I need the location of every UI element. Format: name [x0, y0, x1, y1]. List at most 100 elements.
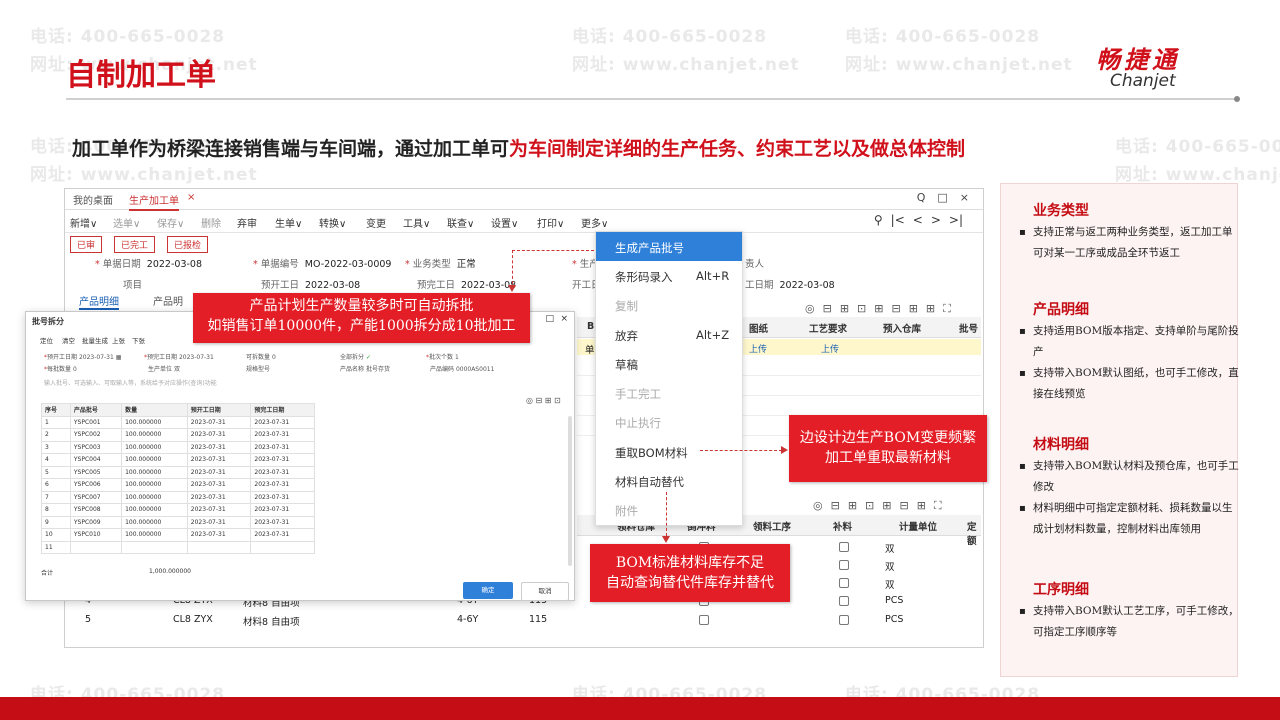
table-row[interactable]: 3 YSPC003 100.000000 2023-07-31 2023-07-31 — [41, 440, 315, 454]
dlg-next[interactable]: 下张 — [132, 335, 145, 345]
supplement-checkbox[interactable] — [839, 542, 849, 552]
toolbar-convert[interactable]: 转换∨ — [319, 215, 346, 230]
search-icon[interactable]: ⚲ — [874, 213, 883, 227]
menu-draft[interactable]: 草稿 — [596, 349, 742, 378]
fullscreen-icon[interactable]: ⛶ — [934, 499, 942, 512]
close-icon[interactable]: × — [960, 191, 969, 204]
last-record-icon[interactable]: >| — [949, 213, 963, 227]
menu-generate-lot[interactable]: 生成产品批号 — [596, 232, 742, 261]
menu-manual-finish[interactable]: 手工完工 — [596, 378, 742, 407]
warehouse-icon[interactable]: ⊟ — [899, 499, 908, 512]
locate-icon[interactable]: ◎ — [813, 499, 823, 512]
dlg-plan-finish[interactable]: *预完工日期 2023-07-31 — [144, 352, 214, 361]
table-row[interactable]: 5 YSPC005 100.000000 2023-07-31 2023-07-31 — [41, 465, 315, 479]
backflush-checkbox[interactable] — [699, 615, 709, 625]
menu-refetch-bom[interactable]: 重取BOM材料 — [596, 437, 742, 466]
maximize-icon[interactable]: □ — [937, 191, 947, 204]
table-row[interactable]: 2 YSPC002 100.000000 2023-07-31 2023-07-31 — [41, 428, 315, 442]
ok-button[interactable]: 确定 — [463, 582, 513, 599]
field-project[interactable]: 项目 — [123, 277, 142, 291]
prev-record-icon[interactable]: < — [913, 213, 923, 227]
import-icon[interactable]: ⊞ — [882, 499, 891, 512]
locate-icon[interactable]: ◎ — [805, 302, 815, 315]
first-record-icon[interactable]: |< — [891, 213, 905, 227]
tab-desktop[interactable]: 我的桌面 — [73, 192, 113, 207]
upload-drawing-link[interactable]: 上传 — [749, 342, 767, 355]
menu-copy[interactable]: 复制 — [596, 290, 742, 319]
table-row[interactable]: 6 YSPC006 100.000000 2023-07-31 2023-07-31 — [41, 478, 315, 492]
next-record-icon[interactable]: > — [931, 213, 941, 227]
dlg-split-qty[interactable]: 可拆数量 0 — [246, 352, 276, 361]
copy-row-icon[interactable]: ⊟ — [823, 302, 832, 315]
supplement-checkbox[interactable] — [839, 560, 849, 570]
dlg-search-hint[interactable]: 输入批号、可选输入、可取输入等，系统给予对应操作(查询)功能 — [44, 378, 217, 387]
grid-icon[interactable]: ⊞ — [917, 499, 926, 512]
table-row[interactable]: 10 YSPC010 100.000000 2023-07-31 2023-07-31 — [41, 528, 315, 542]
dlg-prev[interactable]: 上张 — [112, 335, 125, 345]
tab-product-detail[interactable]: 产品明细 — [79, 293, 119, 310]
field-biz-type[interactable]: * 业务类型 正常 — [405, 256, 476, 270]
table-row[interactable]: 1 YSPC001 100.000000 2023-07-31 2023-07-31 — [41, 415, 315, 429]
status-inspected[interactable]: 已报检 — [167, 236, 209, 253]
dlg-batch-count[interactable]: *批次个数 1 — [426, 352, 459, 361]
field-plan-start[interactable]: 预开工日 2022-03-08 — [261, 277, 360, 291]
cancel-button[interactable]: 取消 — [521, 582, 569, 601]
table-row[interactable]: 9 YSPC009 100.000000 2023-07-31 2023-07-31 — [41, 515, 315, 529]
fullscreen-icon[interactable]: ⛶ — [943, 302, 951, 315]
table-row[interactable]: 8 YSPC008 100.000000 2023-07-31 2023-07-31 — [41, 503, 315, 517]
toolbar-new[interactable]: 新增∨ — [70, 215, 97, 230]
warehouse-icon[interactable]: ⊟ — [891, 302, 900, 315]
field-plan-finish[interactable]: 预完工日 2022-03-08 — [417, 277, 516, 291]
supplement-checkbox[interactable] — [839, 615, 849, 625]
menu-stop[interactable]: 中止执行 — [596, 407, 742, 436]
layout-icon[interactable]: ⊞ — [926, 302, 935, 315]
copy-row-icon[interactable]: ⊟ — [831, 499, 840, 512]
field-doc-date[interactable]: * 单据日期 2022-03-08 — [95, 256, 202, 270]
dlg-batch-generate[interactable]: 批量生成 — [82, 335, 108, 345]
tab-close-icon[interactable]: × — [187, 192, 195, 203]
supplement-checkbox[interactable] — [839, 596, 849, 606]
export-icon[interactable]: ⊡ — [865, 499, 874, 512]
close-icon[interactable]: × — [560, 314, 568, 324]
toolbar-print[interactable]: 打印∨ — [537, 215, 564, 230]
dlg-locate[interactable]: 定位 — [40, 335, 53, 345]
insert-row-icon[interactable]: ⊞ — [840, 302, 849, 315]
table-row[interactable]: 4 YSPC004 100.000000 2023-07-31 2023-07-31 — [41, 453, 315, 467]
table-row[interactable]: 11 — [41, 540, 315, 554]
dlg-per-batch[interactable]: *每批数量 0 — [44, 364, 77, 373]
supplement-checkbox[interactable] — [839, 578, 849, 588]
dlg-plan-start[interactable]: *预开工日期 2023-07-31 ▦ — [44, 352, 121, 361]
menu-attachment[interactable]: 附件 — [596, 495, 742, 524]
toolbar-tools[interactable]: 工具∨ — [403, 215, 430, 230]
upload-process-link[interactable]: 上传 — [821, 342, 839, 355]
toolbar-settings[interactable]: 设置∨ — [491, 215, 518, 230]
status-approved[interactable]: 已审 — [70, 236, 103, 253]
export-icon[interactable]: ⊡ — [857, 302, 866, 315]
toolbar-change[interactable]: 变更 — [366, 215, 386, 230]
tab-product-detail-2[interactable]: 产品明 — [153, 293, 183, 308]
toolbar-query[interactable]: 联查∨ — [447, 215, 474, 230]
tab-production-order[interactable]: 生产加工单 — [129, 192, 179, 211]
status-finished[interactable]: 已完工 — [114, 236, 156, 253]
table-row[interactable]: 7 YSPC007 100.000000 2023-07-31 2023-07-31 — [41, 490, 315, 504]
dlg-grid-tools[interactable]: ◎ ⊟ ⊞ ⊡ — [526, 396, 561, 405]
field-doc-no[interactable]: * 单据编号 MO-2022-03-0009 — [253, 256, 391, 270]
toolbar-delete[interactable]: 删除 — [201, 215, 221, 230]
insert-row-icon[interactable]: ⊞ — [848, 499, 857, 512]
dlg-split-all[interactable]: 全部拆分 ✓ — [340, 352, 371, 361]
scrollbar[interactable] — [568, 416, 572, 566]
search-icon[interactable]: Q — [917, 191, 926, 204]
toolbar-unapprove[interactable]: 弃审 — [237, 215, 257, 230]
toolbar-generate[interactable]: 生单∨ — [275, 215, 302, 230]
toolbar-more[interactable]: 更多∨ — [581, 215, 608, 230]
toolbar-save[interactable]: 保存∨ — [157, 215, 184, 230]
maximize-icon[interactable]: □ — [545, 314, 554, 324]
toolbar-select[interactable]: 选单∨ — [113, 215, 140, 230]
import-icon[interactable]: ⊞ — [874, 302, 883, 315]
dlg-clear[interactable]: 清空 — [62, 335, 75, 345]
field-finish-date[interactable]: 工日期 2022-03-08 — [745, 277, 835, 291]
menu-auto-substitute[interactable]: 材料自动替代 — [596, 466, 742, 495]
menu-discard[interactable]: 放弃 Alt+Z — [596, 320, 742, 349]
menu-barcode-entry[interactable]: 条形码录入 Alt+R — [596, 261, 742, 290]
grid-icon[interactable]: ⊞ — [909, 302, 918, 315]
